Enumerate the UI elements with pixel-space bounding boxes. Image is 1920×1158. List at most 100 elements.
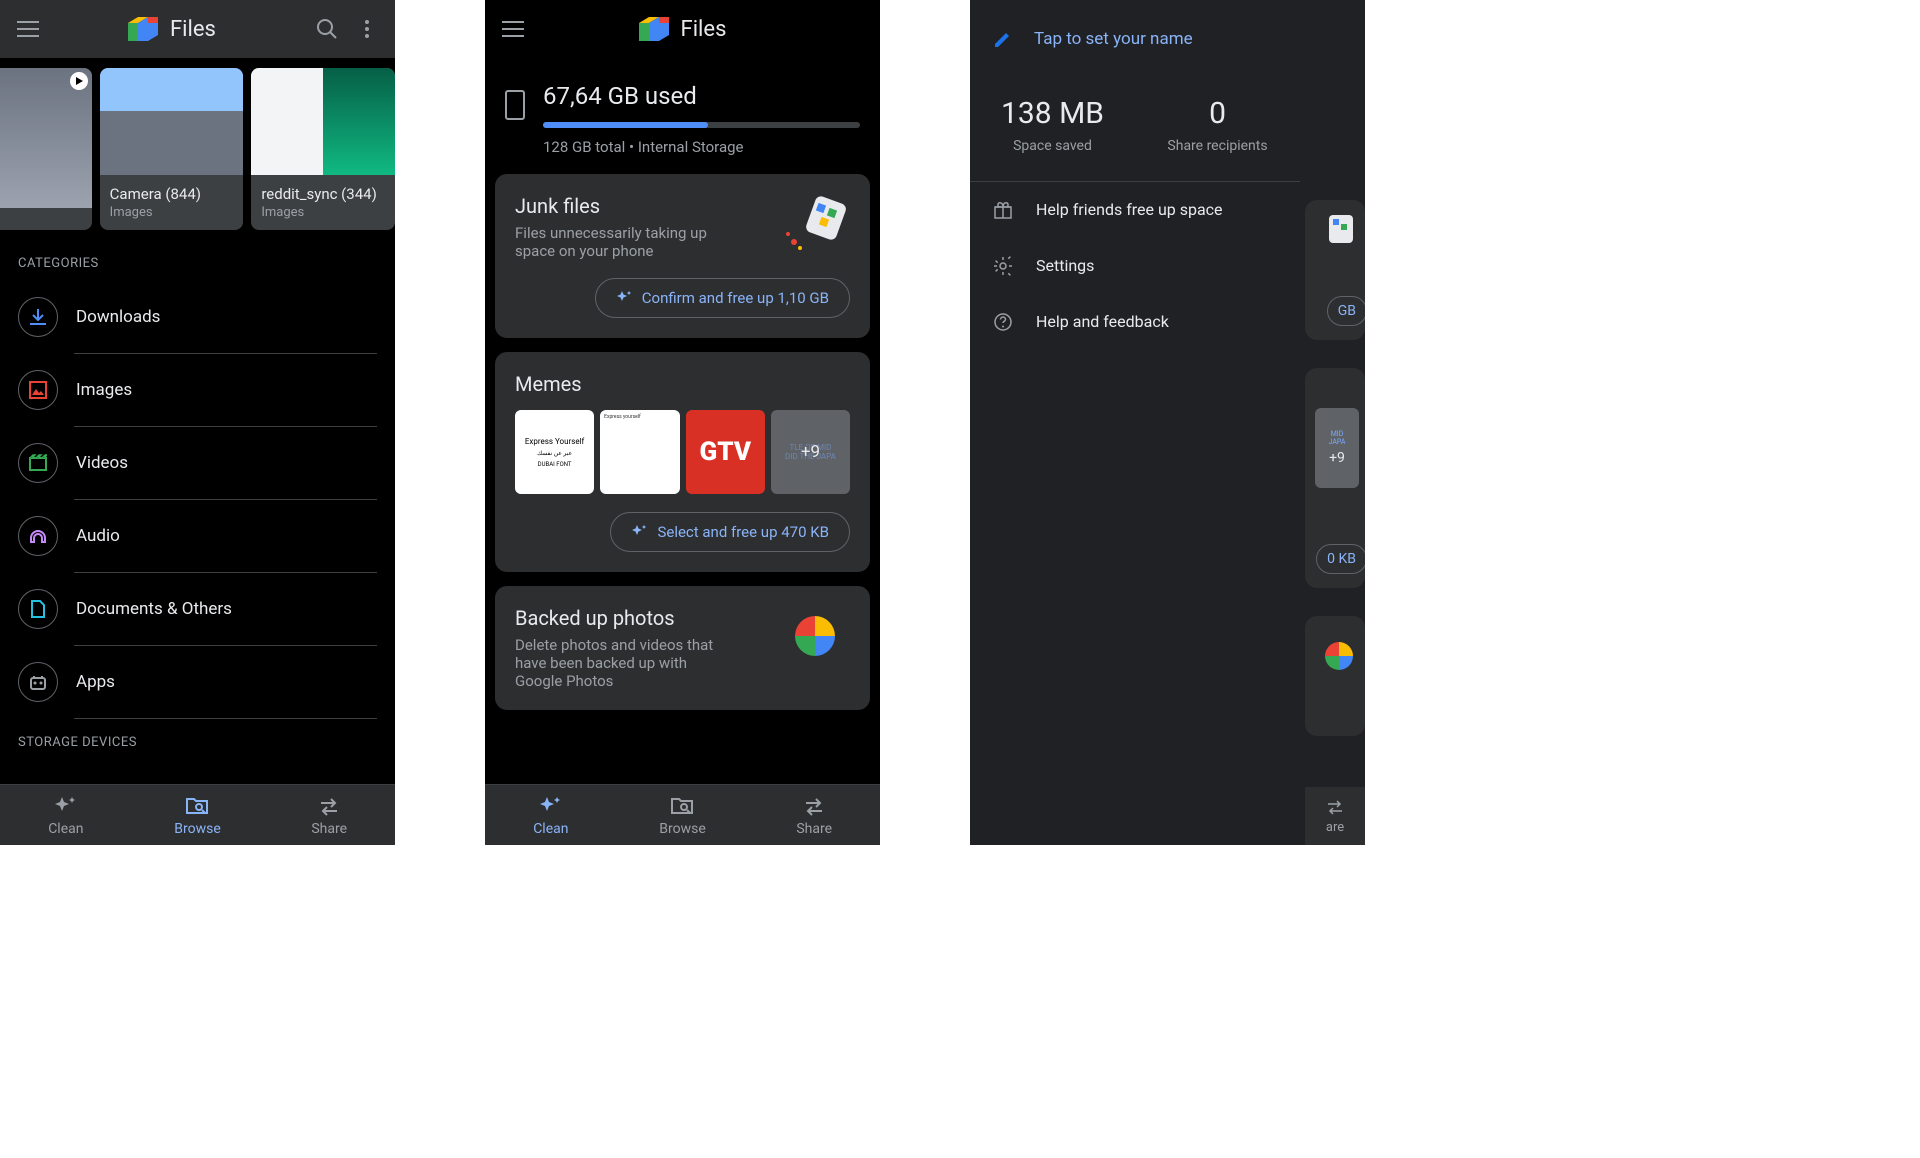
- recent-card-title: Camera (844): [110, 185, 234, 203]
- screen-browse: Files Camera (844)Images reddit_sync (34…: [0, 0, 395, 845]
- recent-folders-row[interactable]: Camera (844)Images reddit_sync (344)Imag…: [0, 58, 395, 240]
- sparkle-icon: [631, 524, 647, 540]
- folder-search-icon: [185, 795, 211, 817]
- nav-clean[interactable]: Clean: [485, 785, 617, 845]
- swap-icon: [1325, 798, 1345, 816]
- app-logo-title: Files: [128, 17, 216, 42]
- meme-thumb[interactable]: GTV: [686, 410, 765, 494]
- broom-icon: [1319, 210, 1359, 250]
- gift-icon: [993, 200, 1013, 220]
- confirm-free-up-button[interactable]: Confirm and free up 1,10 GB: [595, 278, 850, 318]
- header-bar: Files: [485, 0, 880, 58]
- category-audio[interactable]: Audio: [18, 500, 377, 572]
- drawer-set-name[interactable]: Tap to set your name: [970, 0, 1300, 78]
- card-subtitle: Delete photos and videos that have been …: [515, 636, 735, 690]
- card-subtitle: Files unnecessarily taking up space on y…: [515, 224, 735, 260]
- play-icon: [70, 72, 88, 90]
- sparkle-icon: [539, 795, 563, 817]
- category-label: Images: [76, 380, 132, 400]
- more-menu-button[interactable]: [347, 9, 387, 49]
- files-logo-icon: [128, 17, 158, 41]
- bottom-navigation: Clean Browse Share: [0, 784, 395, 845]
- category-videos[interactable]: Videos: [18, 427, 377, 499]
- storage-summary[interactable]: 67,64 GB used 128 GB total • Internal St…: [485, 58, 880, 174]
- help-icon: [993, 312, 1013, 332]
- google-photos-icon: [1319, 636, 1359, 676]
- drawer-settings[interactable]: Settings: [970, 238, 1300, 294]
- app-logo-title: Files: [493, 17, 872, 42]
- storage-bar: [543, 122, 860, 128]
- drawer-help-feedback[interactable]: Help and feedback: [970, 294, 1300, 350]
- category-downloads[interactable]: Downloads: [18, 281, 377, 353]
- recent-card-title: reddit_sync (344): [261, 185, 385, 203]
- swap-icon: [317, 795, 341, 817]
- backed-up-photos-card[interactable]: Backed up photos Delete photos and video…: [495, 586, 870, 710]
- hamburger-icon: [17, 21, 39, 37]
- category-label: Audio: [76, 526, 120, 546]
- download-icon: [29, 308, 47, 326]
- nav-share[interactable]: Share: [748, 785, 880, 845]
- document-icon: [29, 600, 47, 618]
- section-label-storage-devices: STORAGE DEVICES: [0, 719, 395, 760]
- drawer-help-friends[interactable]: Help friends free up space: [970, 182, 1300, 238]
- category-apps[interactable]: Apps: [18, 646, 377, 718]
- select-free-up-button[interactable]: Select and free up 470 KB: [610, 512, 850, 552]
- sparkle-icon: [54, 795, 78, 817]
- swap-icon: [802, 795, 826, 817]
- apps-icon: [29, 673, 47, 691]
- nav-drawer: Tap to set your name 138 MB Space saved …: [970, 0, 1300, 845]
- phone-icon: [505, 90, 525, 120]
- card-title: Junk files: [515, 194, 735, 218]
- hamburger-menu-button[interactable]: [8, 9, 48, 49]
- image-icon: [29, 381, 47, 399]
- stat-space-saved[interactable]: 138 MB Space saved: [970, 96, 1135, 157]
- folder-search-icon: [670, 795, 696, 817]
- recent-card[interactable]: Camera (844)Images: [100, 68, 244, 230]
- nav-browse[interactable]: Browse: [617, 785, 749, 845]
- app-title: Files: [170, 17, 216, 42]
- bottom-navigation: Clean Browse Share: [485, 784, 880, 845]
- category-label: Documents & Others: [76, 599, 232, 619]
- pencil-icon: [992, 28, 1014, 50]
- meme-thumb-more[interactable]: TLE OF MIDDID THE JAPA +9: [771, 410, 850, 494]
- meme-thumb[interactable]: Express yourself: [600, 410, 680, 494]
- recent-card[interactable]: [0, 68, 92, 230]
- junk-files-card[interactable]: Junk files Files unnecessarily taking up…: [495, 174, 870, 338]
- memes-card[interactable]: Memes Express Yourselfعبر عن نفسكDUBAI F…: [495, 352, 870, 572]
- more-icon: [365, 20, 369, 38]
- search-icon: [316, 18, 338, 40]
- broom-icon: [780, 194, 850, 254]
- app-title: Files: [681, 17, 727, 42]
- meme-thumb[interactable]: Express Yourselfعبر عن نفسكDUBAI FONT: [515, 410, 594, 494]
- storage-total-text: 128 GB total • Internal Storage: [543, 138, 860, 156]
- nav-browse[interactable]: Browse: [132, 785, 264, 845]
- card-title: Backed up photos: [515, 606, 735, 630]
- search-button[interactable]: [307, 9, 347, 49]
- gear-icon: [993, 256, 1013, 276]
- screen-clean: Files 67,64 GB used 128 GB total • Inter…: [485, 0, 880, 845]
- pill-fragment: GB: [1327, 296, 1365, 326]
- audio-icon: [29, 527, 47, 545]
- stat-share-recipients[interactable]: 0 Share recipients: [1135, 96, 1300, 157]
- screen-drawer: GB MIDJAPA+9 0 KB are Tap to set your na…: [970, 0, 1365, 845]
- nav-clean[interactable]: Clean: [0, 785, 132, 845]
- recent-card[interactable]: reddit_sync (344)Images: [251, 68, 395, 230]
- google-photos-icon: [780, 606, 850, 666]
- background-peek: GB MIDJAPA+9 0 KB are: [1305, 0, 1365, 845]
- card-title: Memes: [515, 372, 850, 396]
- video-icon: [29, 454, 47, 472]
- sparkle-icon: [616, 290, 632, 306]
- category-images[interactable]: Images: [18, 354, 377, 426]
- category-documents[interactable]: Documents & Others: [18, 573, 377, 645]
- category-label: Apps: [76, 672, 115, 692]
- drawer-stats: 138 MB Space saved 0 Share recipients: [970, 78, 1300, 182]
- set-name-label: Tap to set your name: [1034, 29, 1193, 49]
- meme-thumbnails: Express Yourselfعبر عن نفسكDUBAI FONT Ex…: [515, 410, 850, 494]
- category-label: Videos: [76, 453, 128, 473]
- header-bar: Files: [0, 0, 395, 58]
- nav-share[interactable]: Share: [263, 785, 395, 845]
- categories-list: Downloads Images Videos Audio Documents …: [0, 281, 395, 719]
- files-logo-icon: [639, 17, 669, 41]
- pill-fragment: 0 KB: [1316, 544, 1365, 574]
- storage-used-text: 67,64 GB used: [543, 82, 860, 110]
